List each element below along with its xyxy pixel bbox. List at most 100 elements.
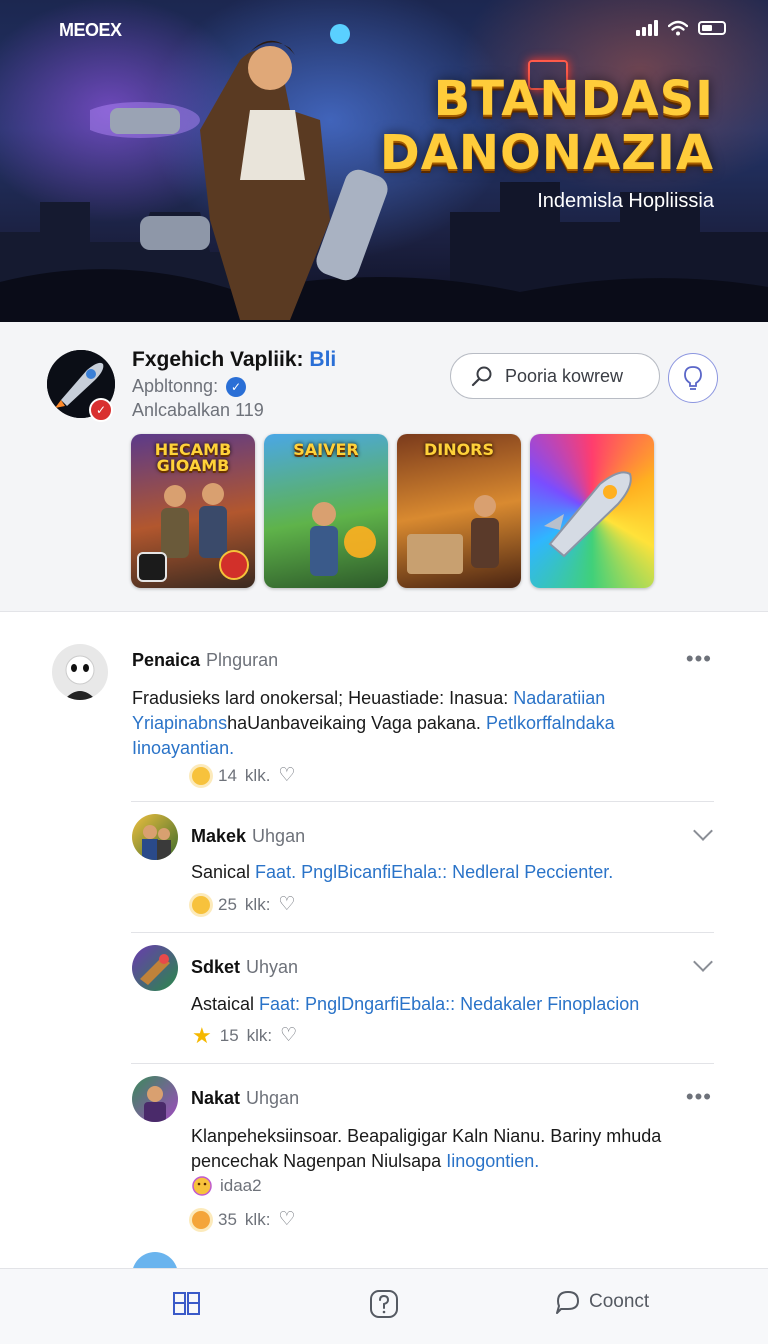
- heart-icon[interactable]: ♡: [278, 1208, 295, 1231]
- sun-icon: [192, 895, 210, 914]
- comment-text-part: haUanbaveikaing Vaga pakana.: [227, 713, 486, 733]
- comment-author-handle: Uhgan: [246, 1088, 300, 1108]
- comment-link[interactable]: Faat. PnglBicanfiEhala:: Nedleral Peccie…: [255, 862, 613, 882]
- game-thumb-4[interactable]: [530, 434, 654, 588]
- profile-handle-text: Apbltonng:: [132, 376, 219, 396]
- game-thumb-3[interactable]: DINORS: [397, 434, 521, 588]
- emoji-icon: [192, 1176, 212, 1196]
- like-count: 25: [218, 894, 237, 914]
- bottom-nav: Coonct: [0, 1268, 768, 1344]
- hero-title-line2: DANONAZIA: [379, 125, 714, 181]
- emblem-icon: [219, 550, 249, 580]
- like-count-label: klk:: [246, 1025, 273, 1045]
- profile-handle: Apbltonng: ✓: [132, 376, 247, 397]
- profile-followers: Anlcabalkan 119: [132, 400, 264, 420]
- chevron-down-icon[interactable]: [693, 952, 713, 972]
- search-icon: [471, 366, 492, 387]
- like-count-label: klk:: [244, 894, 271, 914]
- comment-text-part: Astaical: [191, 994, 260, 1014]
- grid-icon: [173, 1292, 200, 1315]
- crates-art: [407, 495, 499, 574]
- comment-author-handle: Uhgan: [252, 826, 306, 846]
- game-thumb-2[interactable]: SAIVER: [264, 434, 388, 588]
- comment-link[interactable]: Petlkorffalndaka: [486, 713, 615, 733]
- mask-avatar-icon: [64, 655, 96, 700]
- comment-avatar[interactable]: [132, 1076, 178, 1122]
- comment-item: Penaica Plnguran ••• Fradusieks lard onok…: [0, 620, 768, 800]
- hero-subtitle: Indemisla Hopliissia: [537, 190, 714, 212]
- gunner-art: [310, 502, 376, 576]
- creature-avatar-icon: [144, 1086, 166, 1122]
- like-count: 35: [218, 1209, 237, 1229]
- comment-meta: 14 klk. ♡: [192, 764, 295, 787]
- comment-link[interactable]: Iinoayantian.: [132, 738, 234, 758]
- nav-help-button[interactable]: [369, 1289, 399, 1319]
- comment-author-handle: Plnguran: [206, 650, 279, 670]
- profile-section: ✓ Fxgehich Vapliik: Bli Apbltonng: ✓ Anl…: [0, 322, 768, 612]
- comment-author: Penaica Plnguran: [132, 650, 278, 671]
- comment-avatar[interactable]: [132, 814, 178, 860]
- heart-icon[interactable]: ♡: [280, 1024, 297, 1047]
- nav-connect-button[interactable]: Coonct: [555, 1289, 649, 1315]
- attachment-label: idaa2: [220, 1176, 262, 1195]
- like-count-label: klk.: [244, 765, 271, 785]
- hero-title-block: BTANDASI DANONAZIA Indemisla Hopliissia: [380, 72, 714, 213]
- profile-name: Fxgehich Vapliik: Bli: [132, 348, 336, 372]
- comment-author-name: Nakat: [191, 1088, 241, 1108]
- nav-gallery-button[interactable]: [172, 1289, 202, 1317]
- comment-meta: ★ 15 klk: ♡: [192, 1024, 297, 1047]
- like-count: 15: [219, 1025, 239, 1045]
- comment-link[interactable]: Faat: PnglDngarfiEbala:: Nedakaler Finop…: [259, 994, 639, 1014]
- heart-icon[interactable]: ♡: [278, 893, 295, 916]
- comment-item: Nakat Uhgan ••• Klanpeheksiinsoar. Beapal…: [0, 1064, 768, 1264]
- comment-link[interactable]: Iinogontien.: [446, 1151, 539, 1171]
- lightbulb-button[interactable]: [668, 353, 718, 403]
- game-thumbnails: HECAMB GIOAMB SAIVER DINORS: [131, 434, 654, 588]
- game-thumb-1[interactable]: HECAMB GIOAMB: [131, 434, 255, 588]
- hero-character-art: [90, 24, 388, 320]
- profile-name-text: Fxgehich Vapliik:: [132, 348, 304, 371]
- comment-text: Sanical Faat. PnglBicanfiEhala:: Nedlera…: [191, 860, 711, 885]
- comment-text-part: Fradusieks lard onokersal; Heuastiade: I…: [132, 688, 514, 708]
- soldier-avatar-icon: [142, 825, 171, 860]
- more-options-icon[interactable]: •••: [686, 1084, 712, 1110]
- sun-icon: [192, 1210, 210, 1229]
- spaceship-art: [544, 471, 632, 558]
- comment-item: Sdket Uhyan Astaical Faat: PnglDngarfiEba…: [0, 933, 768, 1063]
- like-count-label: klk:: [244, 1209, 271, 1229]
- battery-icon: [698, 21, 726, 35]
- help-icon: [370, 1290, 398, 1318]
- game-badge-icon: [137, 552, 167, 582]
- comment-author-handle: Uhyan: [246, 957, 299, 977]
- comment-attachment[interactable]: idaa2: [192, 1176, 262, 1196]
- like-count: 14: [218, 765, 237, 785]
- verified-icon: ✓: [226, 376, 247, 397]
- comment-author: Nakat Uhgan: [191, 1088, 299, 1109]
- search-input[interactable]: Pooria kowrew: [450, 353, 660, 399]
- chevron-down-icon[interactable]: [693, 821, 713, 841]
- signal-icon: [636, 20, 658, 36]
- comment-meta: 25 klk: ♡: [192, 893, 295, 916]
- status-icons: [636, 20, 726, 36]
- chat-bubble-icon: [556, 1291, 579, 1314]
- weapon-avatar-icon: [140, 954, 170, 985]
- lightbulb-icon: [684, 366, 702, 390]
- hero-banner: MEOEX BTANDASI DANONAZIA Indemisla Hopli…: [0, 0, 768, 322]
- comment-avatar[interactable]: [52, 644, 108, 700]
- comment-author-name: Sdket: [191, 957, 241, 977]
- comment-text: Fradusieks lard onokersal; Heuastiade: I…: [132, 686, 692, 761]
- heart-icon[interactable]: ♡: [278, 764, 295, 787]
- more-options-icon[interactable]: •••: [686, 646, 712, 672]
- sun-icon: [192, 766, 210, 785]
- comment-link[interactable]: Nadaratiian: [513, 688, 605, 708]
- comment-author: Makek Uhgan: [191, 826, 305, 847]
- profile-name-tag: Bli: [309, 348, 337, 371]
- comment-avatar[interactable]: [132, 945, 178, 991]
- comment-link[interactable]: Yriapinabns: [132, 713, 227, 733]
- search-placeholder: Pooria kowrew: [505, 365, 624, 386]
- comment-feed: Penaica Plnguran ••• Fradusieks lard onok…: [0, 620, 768, 1268]
- comment-text-part: Klanpeheksiinsoar. Beapaligigar Kaln Nia…: [191, 1126, 662, 1146]
- comment-meta: 35 klk: ♡: [192, 1208, 295, 1231]
- comment-text: Astaical Faat: PnglDngarfiEbala:: Nedaka…: [191, 992, 711, 1017]
- hero-title-line1: BTANDASI: [433, 71, 714, 127]
